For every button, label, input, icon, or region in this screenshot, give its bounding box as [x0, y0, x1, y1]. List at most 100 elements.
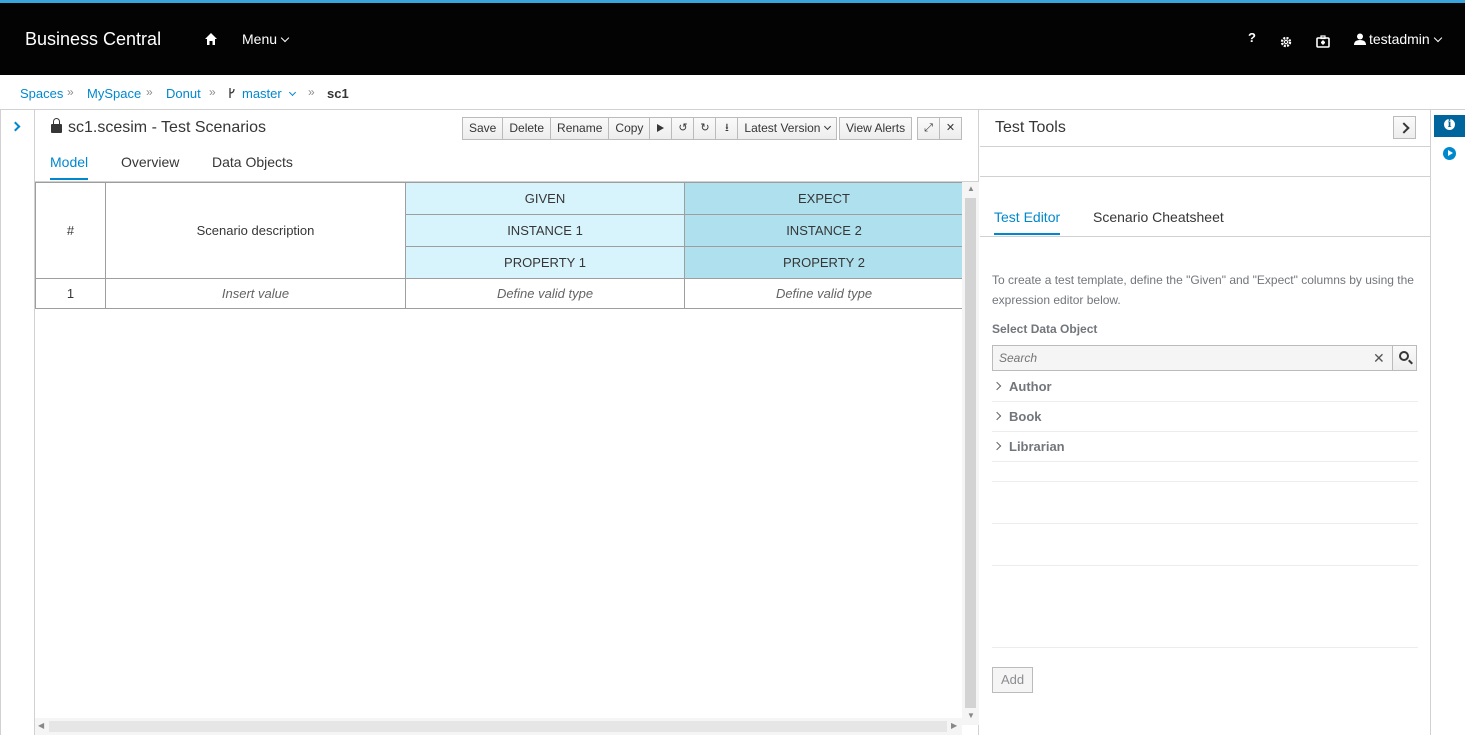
- main-menu-dropdown[interactable]: Menu: [242, 31, 290, 47]
- user-menu[interactable]: testadmin: [1354, 31, 1442, 47]
- row-index-cell[interactable]: 1: [35, 278, 106, 309]
- breadcrumb-current: sc1: [327, 86, 349, 101]
- horizontal-scrollbar[interactable]: ◀ ▶: [35, 718, 962, 735]
- data-object-label: Librarian: [1009, 439, 1065, 454]
- undo-icon: ↺: [678, 122, 688, 134]
- window-toolbar: ⤢ ✕: [917, 117, 962, 140]
- search-input[interactable]: [993, 346, 1353, 370]
- tab-model[interactable]: Model: [50, 154, 89, 180]
- breadcrumb-separator: »: [209, 85, 216, 99]
- tab-overview[interactable]: Overview: [121, 154, 179, 178]
- lock-icon: [51, 118, 62, 133]
- tab-data-objects[interactable]: Data Objects: [212, 154, 293, 178]
- copy-button[interactable]: Copy: [608, 117, 651, 140]
- vertical-scrollbar[interactable]: ▲ ▼: [962, 182, 979, 725]
- breadcrumb-branch-master[interactable]: master: [242, 86, 296, 101]
- editor-tabs: Model Overview Data Objects: [35, 146, 979, 182]
- delete-button[interactable]: Delete: [502, 117, 552, 140]
- top-navbar: Business Central Menu ? testadmin: [0, 0, 1465, 75]
- scenario-editor: sc1.scesim - Test Scenarios Save Delete …: [35, 110, 979, 735]
- breadcrumb-spaces[interactable]: Spaces: [20, 86, 63, 101]
- select-data-object-label: Select Data Object: [992, 322, 1098, 336]
- search-button[interactable]: [1392, 345, 1417, 371]
- chevron-right-icon: [992, 411, 1002, 421]
- test-tools-panel: Test Tools Test Editor Scenario Cheatshe…: [980, 110, 1431, 735]
- info-icon[interactable]: [1434, 115, 1465, 137]
- scroll-left-icon[interactable]: ◀: [38, 721, 44, 730]
- add-button[interactable]: Add: [992, 667, 1034, 693]
- scroll-right-icon[interactable]: ▶: [951, 721, 957, 730]
- description-header[interactable]: Scenario description: [105, 182, 406, 279]
- horizontal-scroll-thumb[interactable]: [49, 721, 947, 732]
- undo-button[interactable]: ↺: [671, 117, 695, 140]
- maximize-button[interactable]: ⤢: [917, 117, 940, 140]
- chevron-down-icon: [824, 122, 832, 131]
- brand-title[interactable]: Business Central: [25, 29, 161, 50]
- vertical-scroll-thumb[interactable]: [965, 198, 976, 708]
- tab-scenario-cheatsheet[interactable]: Scenario Cheatsheet: [1093, 209, 1224, 233]
- data-object-author[interactable]: Author: [992, 372, 1418, 402]
- redo-icon: ↻: [700, 122, 710, 134]
- chevron-right-icon: [992, 381, 1002, 391]
- left-panel-collapsed: [0, 110, 35, 735]
- row-given-cell[interactable]: Define valid type: [405, 278, 685, 309]
- table-row: 1 Insert value Define valid type Define …: [35, 278, 964, 309]
- given-header[interactable]: GIVEN: [405, 182, 685, 215]
- breadcrumb: Spaces » MySpace » Donut » master » sc1: [0, 75, 1465, 110]
- close-button[interactable]: ✕: [939, 117, 962, 140]
- help-icon[interactable]: ?: [1248, 30, 1256, 45]
- scenario-grid: # Scenario description GIVEN EXPECT INST…: [35, 182, 964, 309]
- data-object-book[interactable]: Book: [992, 402, 1418, 432]
- menu-label: Menu: [242, 31, 278, 47]
- view-alerts-button[interactable]: View Alerts: [839, 117, 913, 140]
- expand-left-panel-icon[interactable]: [10, 121, 21, 132]
- expand-icon: ⤢: [924, 122, 933, 134]
- chevron-down-icon: [280, 33, 290, 43]
- home-icon[interactable]: [204, 32, 218, 46]
- tab-test-editor[interactable]: Test Editor: [994, 209, 1061, 235]
- data-object-label: Author: [1009, 379, 1052, 394]
- scenario-grid-area: # Scenario description GIVEN EXPECT INST…: [35, 182, 979, 735]
- given-property-header[interactable]: PROPERTY 1: [405, 246, 685, 279]
- expect-instance-header[interactable]: INSTANCE 2: [684, 214, 964, 247]
- clear-search-icon[interactable]: ✕: [1373, 350, 1385, 367]
- briefcase-icon[interactable]: [1316, 35, 1330, 48]
- breadcrumb-myspace[interactable]: MySpace: [87, 86, 141, 101]
- branch-label: master: [242, 86, 282, 101]
- editor-title: sc1.scesim - Test Scenarios: [51, 118, 266, 137]
- breadcrumb-donut[interactable]: Donut: [166, 86, 201, 101]
- row-expect-cell[interactable]: Define valid type: [684, 278, 964, 309]
- play-circle-icon[interactable]: [1443, 147, 1456, 160]
- save-button[interactable]: Save: [462, 117, 504, 140]
- chevron-right-icon: [992, 441, 1002, 451]
- index-header[interactable]: #: [35, 182, 106, 279]
- given-instance-header[interactable]: INSTANCE 1: [405, 214, 685, 247]
- expect-property-header[interactable]: PROPERTY 2: [684, 246, 964, 279]
- scroll-up-icon[interactable]: ▲: [967, 184, 975, 193]
- latest-version-dropdown[interactable]: Latest Version: [737, 117, 838, 140]
- branch-icon: [229, 88, 235, 98]
- redo-button[interactable]: ↻: [693, 117, 717, 140]
- expect-header[interactable]: EXPECT: [684, 182, 964, 215]
- test-tools-tabs: Test Editor Scenario Cheatsheet: [980, 200, 1430, 237]
- breadcrumb-separator: »: [67, 85, 74, 99]
- divider: [992, 481, 1418, 482]
- divider: [992, 647, 1418, 648]
- test-tools-title: Test Tools: [995, 119, 1066, 136]
- data-object-librarian[interactable]: Librarian: [992, 432, 1418, 462]
- run-button[interactable]: [649, 117, 673, 140]
- download-button[interactable]: ⭳: [715, 117, 739, 140]
- search-box: ✕: [992, 345, 1393, 371]
- collapse-test-tools-button[interactable]: [1393, 116, 1416, 139]
- gear-icon[interactable]: [1280, 36, 1292, 48]
- chevron-down-icon: [1433, 33, 1442, 43]
- close-icon: ✕: [945, 122, 956, 134]
- rename-button[interactable]: Rename: [550, 117, 610, 140]
- download-icon: ⭳: [724, 122, 729, 134]
- username: testadmin: [1369, 31, 1430, 47]
- divider: [992, 565, 1418, 566]
- row-description-cell[interactable]: Insert value: [105, 278, 406, 309]
- breadcrumb-separator: »: [146, 85, 153, 99]
- user-icon: [1354, 33, 1366, 45]
- scroll-down-icon[interactable]: ▼: [967, 711, 975, 720]
